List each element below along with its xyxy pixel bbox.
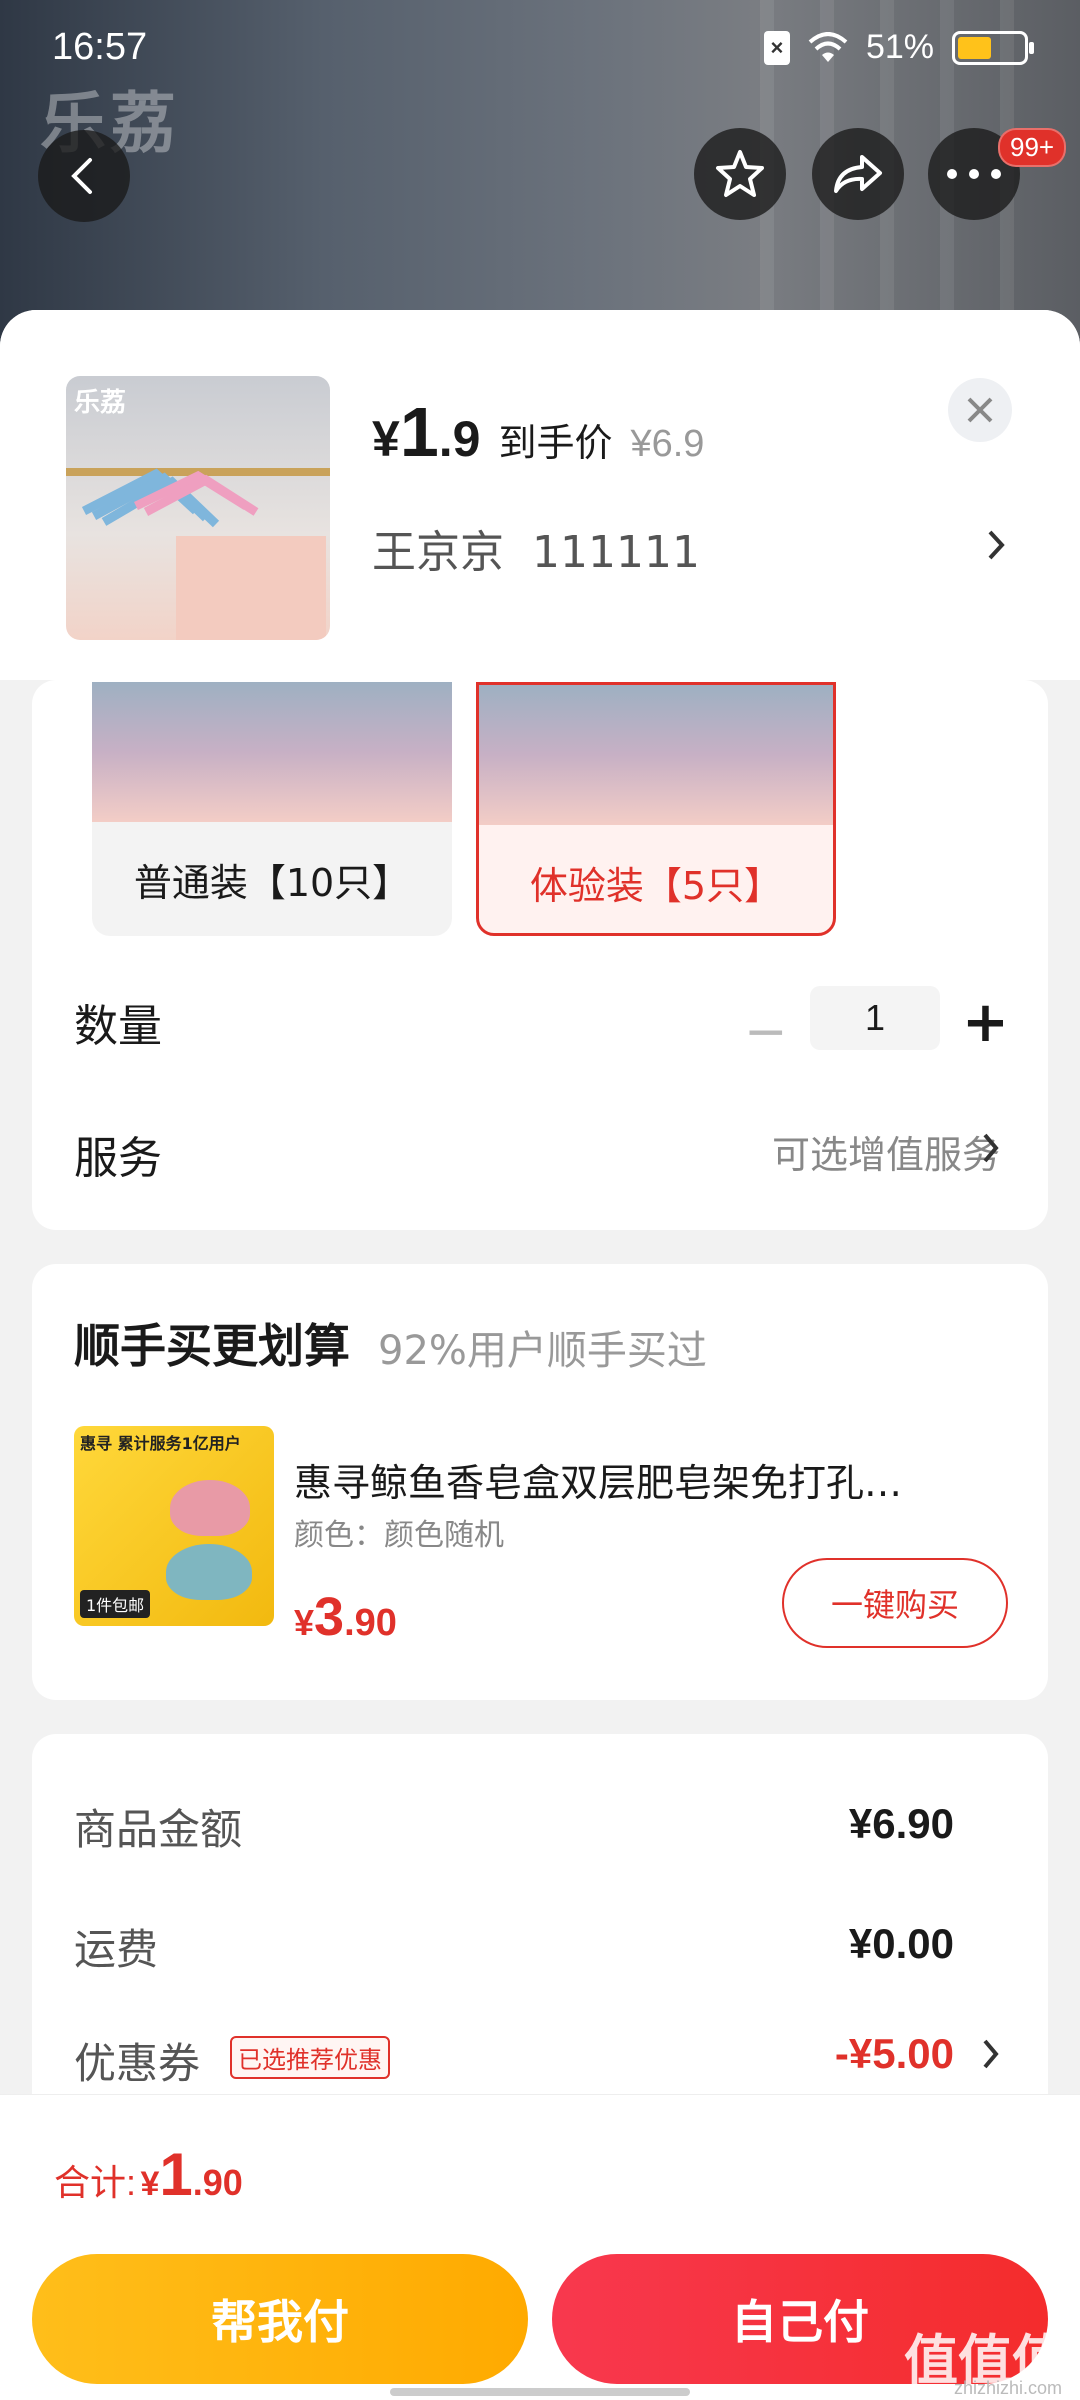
original-price: ¥6.9: [630, 423, 705, 465]
addon-title: 顺手买更划算: [74, 1319, 350, 1373]
goods-amount-value: ¥6.90: [848, 1800, 954, 1847]
one-click-buy-button[interactable]: 一键购买: [782, 1558, 1008, 1648]
close-button[interactable]: [948, 378, 1012, 442]
status-bar: 16:57 × 51%: [0, 0, 1080, 100]
recipient-name: 王京京: [372, 527, 504, 578]
coupon-value[interactable]: -¥5.00: [835, 2030, 954, 2078]
quantity-minus-button[interactable]: −: [744, 1002, 788, 1062]
recipient-phone: 111111: [531, 527, 700, 578]
addon-subtitle: 92%用户顺手买过: [378, 1328, 707, 1374]
coupon-tag: 已选推荐优惠: [230, 2036, 390, 2079]
address-row[interactable]: 王京京 111111: [372, 516, 700, 580]
variant-image: [92, 682, 452, 822]
help-me-pay-button[interactable]: 帮我付: [32, 2254, 528, 2384]
price-row: ¥1.9 到手价 ¥6.9: [372, 392, 704, 472]
quantity-input[interactable]: 1: [810, 986, 940, 1050]
share-icon: [834, 155, 882, 193]
site-watermark-url: zhizhizhi.com: [953, 2378, 1062, 2398]
total-price: 合计: ¥1.90: [54, 2141, 243, 2208]
variant-regular-pack[interactable]: 普通装【10只】: [92, 682, 452, 936]
back-button[interactable]: [38, 130, 130, 222]
addon-product-spec: 颜色：颜色随机: [294, 1518, 504, 1553]
sim-icon: ×: [763, 30, 790, 65]
final-price: ¥1.9: [372, 393, 481, 471]
shipping-label: 运费: [74, 1925, 159, 1974]
variant-image: [479, 685, 833, 825]
variant-label: 普通装【10只】: [133, 860, 411, 905]
close-icon: [967, 397, 993, 423]
star-icon: [716, 150, 764, 197]
more-icon: [947, 169, 1001, 179]
product-thumbnail[interactable]: 乐荔: [66, 376, 330, 640]
goods-amount-label: 商品金额: [74, 1805, 243, 1854]
back-icon: [71, 158, 92, 194]
favorite-button[interactable]: [694, 128, 786, 220]
variant-trial-pack[interactable]: 体验装【5只】: [476, 682, 836, 936]
service-chevron-icon[interactable]: [982, 1132, 1000, 1164]
addon-product-price: ¥3.90: [294, 1587, 397, 1647]
addon-product-title[interactable]: 惠寻鲸鱼香皂盒双层肥皂架免打孔…: [294, 1452, 994, 1507]
quantity-plus-button[interactable]: +: [962, 990, 1009, 1055]
quantity-label: 数量: [74, 1001, 162, 1052]
variant-label: 体验装【5只】: [529, 863, 783, 908]
battery-icon: [952, 30, 1034, 65]
final-price-tag: 到手价: [498, 421, 613, 465]
shipping-value: ¥0.00: [848, 1920, 954, 1967]
address-chevron-icon[interactable]: [986, 528, 1006, 562]
coupon-chevron-icon[interactable]: [982, 2038, 1000, 2070]
status-time: 16:57: [52, 26, 148, 68]
share-button[interactable]: [812, 128, 904, 220]
service-selector[interactable]: 可选增值服务: [772, 1124, 1000, 1179]
addon-product-image[interactable]: 惠寻 累计服务1亿用户 1件包邮: [74, 1426, 274, 1626]
notification-badge: 99+: [998, 128, 1067, 167]
service-label: 服务: [74, 1133, 162, 1184]
battery-percent: 51%: [865, 28, 934, 66]
home-indicator[interactable]: [390, 2388, 690, 2396]
coupon-label: 优惠券: [74, 2039, 201, 2088]
service-value: 可选增值服务: [771, 1133, 1000, 1177]
wifi-icon: [808, 31, 848, 62]
